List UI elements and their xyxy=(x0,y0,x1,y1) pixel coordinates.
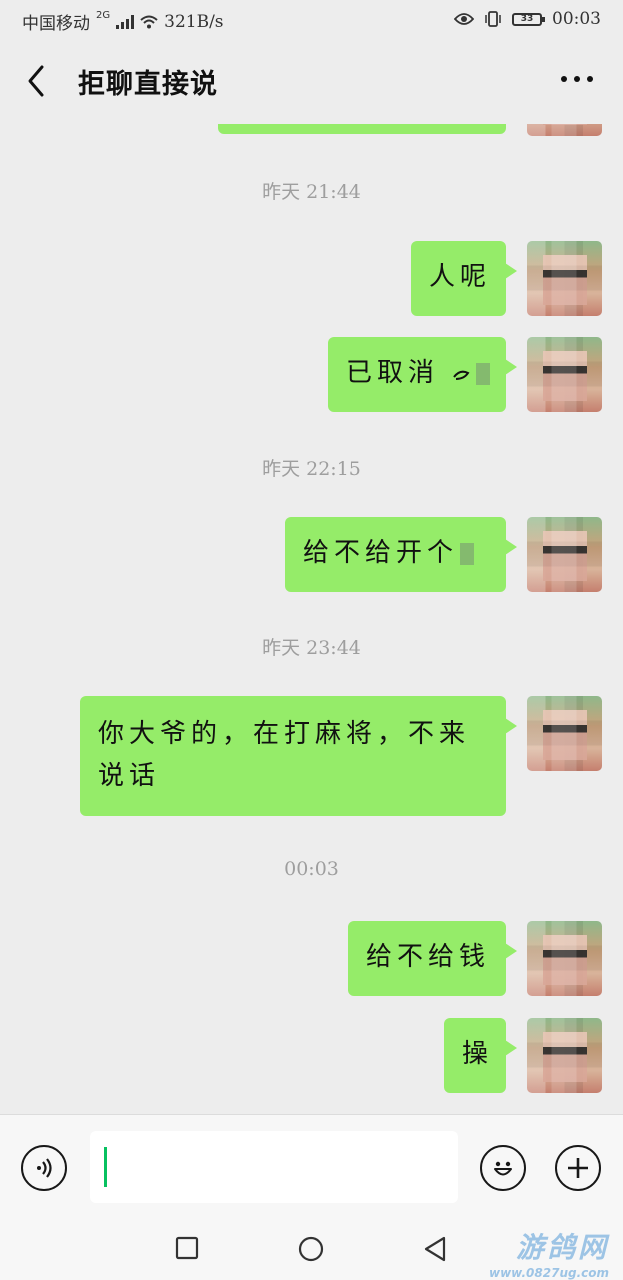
more-icon[interactable] xyxy=(561,76,593,82)
carrier-label: 中国移动 xyxy=(22,14,90,34)
message-bubble[interactable]: 给不给钱 xyxy=(348,921,517,996)
network-type: 2G xyxy=(96,10,111,21)
message-text: 已取消 xyxy=(346,358,453,388)
wifi-icon xyxy=(140,15,158,28)
message-text: 给不给开个 xyxy=(303,538,459,568)
message-bubble[interactable]: 已取消 xyxy=(328,337,517,412)
timestamp: 昨天 23:44 xyxy=(262,637,361,659)
battery-icon: 33 xyxy=(512,12,545,26)
vibrate-icon xyxy=(485,11,501,27)
avatar[interactable] xyxy=(527,124,602,136)
message-bubble-partial[interactable] xyxy=(218,124,506,134)
voice-icon[interactable] xyxy=(21,1145,67,1191)
chat-header: 拒聊直接说 xyxy=(0,38,623,124)
watermark-url: www.0827ug.com xyxy=(489,1266,609,1280)
message-input[interactable] xyxy=(90,1131,458,1203)
handshake-emoji-icon xyxy=(453,370,470,380)
avatar[interactable] xyxy=(527,241,602,316)
emoji-icon[interactable] xyxy=(480,1145,526,1191)
avatar[interactable] xyxy=(527,1018,602,1093)
nav-back-icon[interactable] xyxy=(423,1236,447,1262)
message-text: 给不给钱 xyxy=(366,942,491,972)
avatar[interactable] xyxy=(527,337,602,412)
recent-apps-icon[interactable] xyxy=(175,1236,199,1260)
input-bar xyxy=(0,1114,623,1221)
timestamp: 00:03 xyxy=(284,858,339,880)
timestamp: 昨天 21:44 xyxy=(262,181,361,203)
status-time: 00:03 xyxy=(552,9,601,29)
text-caret xyxy=(104,1147,107,1187)
message-bubble[interactable]: 人呢 xyxy=(411,241,517,316)
signal-icon xyxy=(116,14,135,29)
home-icon[interactable] xyxy=(298,1236,324,1262)
message-text: 操 xyxy=(462,1039,494,1069)
avatar[interactable] xyxy=(527,921,602,996)
back-arrow-icon[interactable] xyxy=(22,63,52,99)
plus-icon[interactable] xyxy=(555,1145,601,1191)
message-bubble[interactable]: 给不给开个 xyxy=(285,517,517,592)
message-list[interactable]: 昨天 21:44 人呢 已取消 昨天 22:15 给不给开个 昨天 23:44 … xyxy=(0,124,623,1114)
avatar[interactable] xyxy=(527,696,602,771)
network-speed: 321B/s xyxy=(164,11,224,32)
message-bubble[interactable]: 操 xyxy=(444,1018,517,1093)
avatar[interactable] xyxy=(527,517,602,592)
watermark-title: 游鸽网 xyxy=(515,1231,609,1264)
message-bubble[interactable]: 你大爷的，在打麻将，不来说话 xyxy=(80,696,517,816)
message-text: 人呢 xyxy=(429,262,492,292)
eye-icon xyxy=(454,13,474,25)
chat-title: 拒聊直接说 xyxy=(78,69,218,100)
timestamp: 昨天 22:15 xyxy=(262,458,361,480)
status-bar: 中国移动 2G 321B/s 33 00:03 xyxy=(0,0,623,38)
watermark: 游鸽网 www.0827ug.com xyxy=(489,1226,609,1280)
message-text: 你大爷的，在打麻将，不来说话 xyxy=(98,719,471,791)
